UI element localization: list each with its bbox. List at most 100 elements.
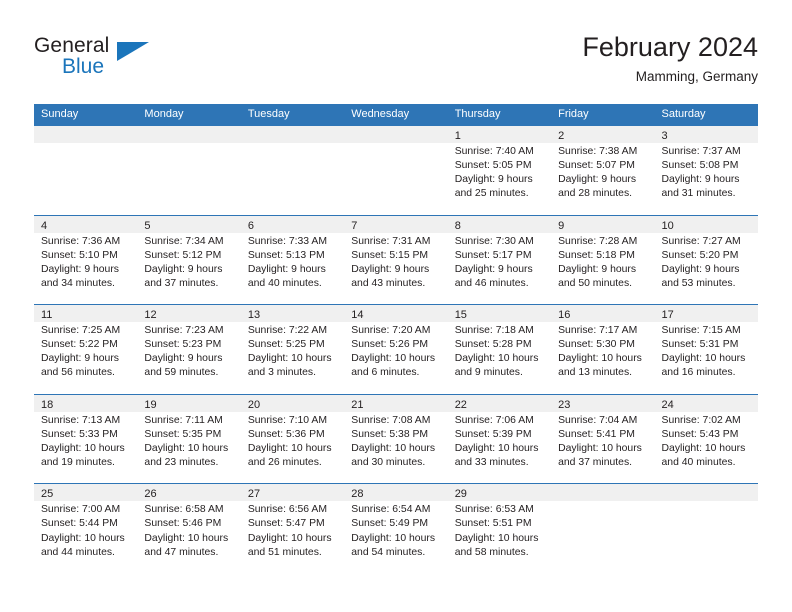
day-sun-info: Sunrise: 7:37 AM Sunset: 5:08 PM Daylight:… bbox=[655, 143, 758, 201]
day-cell[interactable]: 18 Sunrise: 7:13 AM Sunset: 5:33 PM Dayligh… bbox=[34, 393, 138, 484]
day-number-band: 7 bbox=[344, 215, 448, 233]
sunrise-text: Sunrise: 7:33 AM bbox=[247, 235, 327, 247]
day-cell[interactable]: 1 Sunrise: 7:40 AM Sunset: 5:05 PM Daylight… bbox=[447, 125, 552, 215]
day-cell-empty bbox=[551, 483, 655, 573]
day-cell[interactable]: 19 Sunrise: 7:11 AM Sunset: 5:35 PM Dayligh… bbox=[137, 393, 241, 484]
day-cell[interactable]: 11 Sunrise: 7:25 AM Sunset: 5:22 PM Dayligh… bbox=[34, 304, 138, 394]
day-cell[interactable]: 22 Sunrise: 7:06 AM Sunset: 5:39 PM Dayligh… bbox=[447, 393, 552, 484]
day-number: 13 bbox=[247, 309, 261, 322]
day-cell[interactable]: 17 Sunrise: 7:15 AM Sunset: 5:31 PM Dayligh… bbox=[654, 304, 758, 394]
daylight-text-line2: and 33 minutes. bbox=[454, 457, 529, 469]
day-number: 12 bbox=[144, 309, 157, 322]
sunrise-text: Sunrise: 7:25 AM bbox=[41, 325, 121, 337]
day-number-band: 3 bbox=[654, 126, 758, 143]
day-number-band: 28 bbox=[344, 484, 448, 502]
calendar-weeks: 1 Sunrise: 7:40 AM Sunset: 5:05 PM Daylight… bbox=[34, 125, 758, 573]
day-cell[interactable]: 14 Sunrise: 7:20 AM Sunset: 5:26 PM Dayligh… bbox=[344, 304, 448, 394]
day-number-band: 12 bbox=[137, 305, 241, 323]
daylight-text-line1: Daylight: 9 hours bbox=[144, 353, 223, 365]
sunrise-text: Sunrise: 7:31 AM bbox=[351, 235, 431, 247]
daylight-text-line2: and 47 minutes. bbox=[144, 546, 219, 558]
sunset-text: Sunset: 5:44 PM bbox=[41, 518, 118, 530]
sunrise-text: Sunrise: 7:38 AM bbox=[558, 146, 638, 157]
day-sun-info: Sunrise: 7:27 AM Sunset: 5:20 PM Daylight:… bbox=[655, 233, 758, 291]
sunset-text: Sunset: 5:36 PM bbox=[247, 428, 325, 440]
day-sun-info: Sunrise: 7:04 AM Sunset: 5:41 PM Daylight:… bbox=[551, 412, 654, 470]
day-cell[interactable]: 26 Sunrise: 6:58 AM Sunset: 5:46 PM Dayligh… bbox=[137, 483, 241, 573]
day-cell[interactable]: 10 Sunrise: 7:27 AM Sunset: 5:20 PM Dayligh… bbox=[654, 214, 758, 305]
sunrise-text: Sunrise: 7:18 AM bbox=[454, 325, 534, 337]
day-cell[interactable]: 23 Sunrise: 7:04 AM Sunset: 5:41 PM Dayligh… bbox=[551, 393, 655, 484]
day-cell[interactable]: 27 Sunrise: 6:56 AM Sunset: 5:47 PM Dayligh… bbox=[240, 483, 345, 573]
day-cell-empty bbox=[654, 483, 758, 573]
daylight-text-line1: Daylight: 10 hours bbox=[558, 442, 642, 454]
sunrise-text: Sunrise: 7:08 AM bbox=[351, 414, 431, 426]
day-number: 6 bbox=[247, 219, 254, 232]
page-header: General Blue February 2024 Mamming, Germ… bbox=[34, 30, 758, 92]
daylight-text-line1: Daylight: 9 hours bbox=[661, 263, 740, 275]
day-cell[interactable]: 25 Sunrise: 7:00 AM Sunset: 5:44 PM Dayligh… bbox=[34, 483, 138, 573]
daylight-text-line2: and 51 minutes. bbox=[247, 546, 322, 558]
day-sun-info: Sunrise: 7:06 AM Sunset: 5:39 PM Daylight:… bbox=[448, 412, 551, 470]
day-number: 22 bbox=[454, 398, 467, 411]
sunset-text: Sunset: 5:47 PM bbox=[247, 518, 325, 530]
sunrise-text: Sunrise: 7:27 AM bbox=[661, 235, 741, 247]
day-sun-info: Sunrise: 7:15 AM Sunset: 5:31 PM Daylight:… bbox=[655, 322, 758, 380]
day-number: 25 bbox=[41, 488, 54, 501]
day-cell[interactable]: 28 Sunrise: 6:54 AM Sunset: 5:49 PM Dayligh… bbox=[344, 483, 448, 573]
day-sun-info: Sunrise: 6:58 AM Sunset: 5:46 PM Daylight:… bbox=[137, 501, 240, 559]
daylight-text-line2: and 31 minutes. bbox=[661, 188, 736, 200]
daylight-text-line1: Daylight: 10 hours bbox=[41, 532, 125, 544]
day-cell[interactable]: 8 Sunrise: 7:30 AM Sunset: 5:17 PM Daylight… bbox=[447, 214, 552, 305]
sunrise-text: Sunrise: 7:30 AM bbox=[454, 235, 534, 247]
day-cell[interactable]: 13 Sunrise: 7:22 AM Sunset: 5:25 PM Dayligh… bbox=[240, 304, 345, 394]
day-number-band: 6 bbox=[240, 215, 345, 233]
day-cell[interactable]: 3 Sunrise: 7:37 AM Sunset: 5:08 PM Daylight… bbox=[654, 125, 758, 215]
day-cell[interactable]: 16 Sunrise: 7:17 AM Sunset: 5:30 PM Dayligh… bbox=[551, 304, 655, 394]
sunrise-text: Sunrise: 7:10 AM bbox=[247, 414, 327, 426]
day-cell[interactable]: 5 Sunrise: 7:34 AM Sunset: 5:12 PM Daylight… bbox=[137, 214, 241, 305]
day-cell[interactable]: 6 Sunrise: 7:33 AM Sunset: 5:13 PM Daylight… bbox=[240, 214, 345, 305]
sunrise-text: Sunrise: 7:00 AM bbox=[41, 504, 121, 516]
sunset-text: Sunset: 5:30 PM bbox=[558, 339, 635, 351]
day-sun-info: Sunrise: 6:54 AM Sunset: 5:49 PM Daylight:… bbox=[344, 501, 447, 559]
day-number-band: 8 bbox=[447, 215, 552, 233]
day-number-band: 23 bbox=[551, 394, 655, 412]
day-cell[interactable]: 9 Sunrise: 7:28 AM Sunset: 5:18 PM Daylight… bbox=[551, 214, 655, 305]
sunrise-text: Sunrise: 7:20 AM bbox=[351, 325, 431, 337]
daylight-text-line2: and 40 minutes. bbox=[247, 277, 322, 289]
day-cell[interactable]: 29 Sunrise: 6:53 AM Sunset: 5:51 PM Dayligh… bbox=[447, 483, 552, 573]
day-cell[interactable]: 7 Sunrise: 7:31 AM Sunset: 5:15 PM Daylight… bbox=[344, 214, 448, 305]
day-sun-info: Sunrise: 7:25 AM Sunset: 5:22 PM Daylight:… bbox=[34, 322, 137, 380]
day-number-band bbox=[34, 126, 138, 143]
day-number-band: 5 bbox=[137, 215, 241, 233]
day-cell[interactable]: 21 Sunrise: 7:08 AM Sunset: 5:38 PM Dayligh… bbox=[344, 393, 448, 484]
daylight-text-line1: Daylight: 9 hours bbox=[454, 263, 533, 275]
day-cell[interactable]: 12 Sunrise: 7:23 AM Sunset: 5:23 PM Dayligh… bbox=[137, 304, 241, 394]
weekday-header-thursday: Thursday bbox=[454, 108, 501, 120]
daylight-text-line1: Daylight: 10 hours bbox=[558, 353, 642, 365]
day-sun-info: Sunrise: 7:33 AM Sunset: 5:13 PM Daylight:… bbox=[241, 233, 344, 291]
day-number-band: 29 bbox=[447, 484, 552, 502]
day-cell[interactable]: 4 Sunrise: 7:36 AM Sunset: 5:10 PM Daylight… bbox=[34, 214, 138, 305]
general-blue-logo[interactable]: General Blue bbox=[34, 34, 164, 86]
day-sun-info: Sunrise: 7:20 AM Sunset: 5:26 PM Daylight:… bbox=[344, 322, 447, 380]
day-cell[interactable]: 2 Sunrise: 7:38 AM Sunset: 5:07 PM Daylight… bbox=[551, 125, 655, 215]
day-cell[interactable]: 15 Sunrise: 7:18 AM Sunset: 5:28 PM Dayligh… bbox=[447, 304, 552, 394]
day-sun-info: Sunrise: 7:34 AM Sunset: 5:12 PM Daylight:… bbox=[137, 233, 240, 291]
sunset-text: Sunset: 5:12 PM bbox=[144, 249, 222, 261]
daylight-text-line2: and 16 minutes. bbox=[661, 367, 736, 379]
day-number: 3 bbox=[661, 130, 668, 142]
day-sun-info: Sunrise: 7:30 AM Sunset: 5:17 PM Daylight:… bbox=[448, 233, 551, 291]
sunset-text: Sunset: 5:39 PM bbox=[454, 428, 532, 440]
day-cell[interactable]: 20 Sunrise: 7:10 AM Sunset: 5:36 PM Dayligh… bbox=[240, 393, 345, 484]
daylight-text-line1: Daylight: 10 hours bbox=[247, 442, 332, 454]
sunrise-text: Sunrise: 7:15 AM bbox=[661, 325, 741, 337]
day-cell[interactable]: 24 Sunrise: 7:02 AM Sunset: 5:43 PM Dayligh… bbox=[654, 393, 758, 484]
daylight-text-line2: and 58 minutes. bbox=[454, 546, 529, 558]
daylight-text-line2: and 19 minutes. bbox=[41, 457, 115, 469]
daylight-text-line1: Daylight: 10 hours bbox=[144, 532, 229, 544]
logo-text-blue: Blue bbox=[62, 55, 105, 78]
day-number-band: 27 bbox=[240, 484, 345, 502]
calendar-week-row: 11 Sunrise: 7:25 AM Sunset: 5:22 PM Dayligh… bbox=[34, 304, 758, 394]
